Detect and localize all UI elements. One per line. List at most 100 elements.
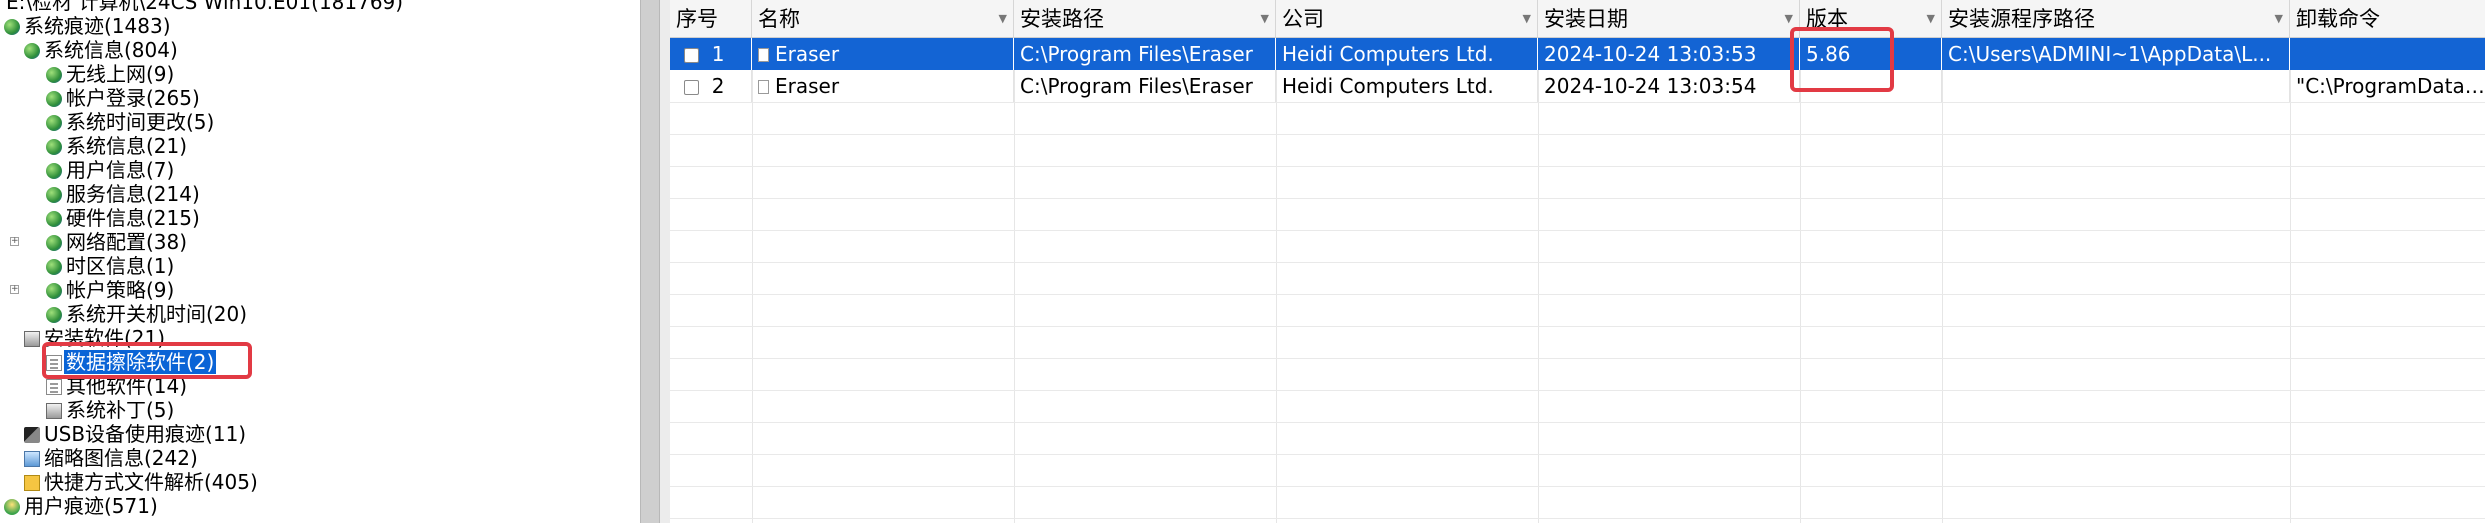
tree-item-system-info[interactable]: 系统信息(804) xyxy=(24,38,180,62)
table-row[interactable]: 2 Eraser C:\Program Files\Eraser Heidi C… xyxy=(670,70,2485,102)
globe-icon xyxy=(46,91,62,107)
results-grid[interactable]: 序号 名称 ▼ 安装路径 ▼ 公司 ▼ 安装日期 ▼ 版本 ▼ 安装源程序路径 ▼ 卸载命令… xyxy=(670,0,2485,523)
sort-arrow-icon: ▼ xyxy=(998,12,1007,25)
grid-vline xyxy=(752,38,753,523)
row-number: 1 xyxy=(711,42,725,66)
shortcut-icon xyxy=(24,475,40,491)
tree-item-wireless[interactable]: 无线上网(9) xyxy=(46,62,176,86)
path-cell[interactable]: C:\Program Files\Eraser xyxy=(1014,70,1276,102)
grid-hline xyxy=(670,422,2485,423)
column-header-label: 卸载命令 xyxy=(2296,7,2380,31)
grid-hline xyxy=(670,166,2485,167)
date-cell[interactable]: 2024-10-24 13:03:54 xyxy=(1538,70,1800,102)
tree-item-boot-times[interactable]: 系统开关机时间(20) xyxy=(46,302,249,326)
uninstall-cell[interactable]: "C:\ProgramData\{6 xyxy=(2290,70,2485,102)
sort-arrow-icon: ▼ xyxy=(2274,12,2283,25)
tree-item-label: 用户痕迹(571) xyxy=(24,494,158,518)
column-header-source-path[interactable]: 安装源程序路径 ▼ xyxy=(1942,0,2290,38)
name-cell[interactable]: Eraser xyxy=(752,70,1014,102)
name-cell[interactable]: Eraser xyxy=(752,38,1014,70)
row-checkbox[interactable] xyxy=(684,48,699,63)
highlight-box-tree xyxy=(42,342,252,379)
tree-item-account-login[interactable]: 帐户登录(265) xyxy=(46,86,202,110)
globe-icon xyxy=(46,235,62,251)
grid-hline xyxy=(670,294,2485,295)
column-header-index[interactable]: 序号 xyxy=(670,0,752,38)
sort-arrow-icon: ▼ xyxy=(1260,12,1269,25)
tree-item-sys-info[interactable]: 系统信息(21) xyxy=(46,134,189,158)
tree-item-label: 系统时间更改(5) xyxy=(66,110,215,134)
grid-hline xyxy=(670,358,2485,359)
tree-item-service-info[interactable]: 服务信息(214) xyxy=(46,182,202,206)
grid-hline xyxy=(670,454,2485,455)
grid-hline xyxy=(670,198,2485,199)
user-icon xyxy=(4,499,20,515)
globe-icon xyxy=(24,43,40,59)
tree-root-path[interactable]: E:\检材 计算机\24CS Win10.E01(181769) xyxy=(4,0,405,14)
tree-item-label: 用户信息(7) xyxy=(66,158,175,182)
tree-item-account-policy[interactable]: 帐户策略(9) xyxy=(46,278,176,302)
tree-item-user-info[interactable]: 用户信息(7) xyxy=(46,158,176,182)
package-icon xyxy=(46,403,62,419)
file-icon xyxy=(758,48,769,62)
evidence-tree[interactable]: E:\检材 计算机\24CS Win10.E01(181769) 系统痕迹(14… xyxy=(0,0,640,523)
grid-hline xyxy=(670,230,2485,231)
uninstall-cell[interactable] xyxy=(2290,38,2485,70)
column-header-install-date[interactable]: 安装日期 ▼ xyxy=(1538,0,1800,38)
tree-item-time-change[interactable]: 系统时间更改(5) xyxy=(46,110,216,134)
file-icon xyxy=(758,80,769,94)
globe-icon xyxy=(4,19,20,35)
column-header-company[interactable]: 公司 ▼ xyxy=(1276,0,1538,38)
date-cell[interactable]: 2024-10-24 13:03:53 xyxy=(1538,38,1800,70)
column-header-label: 公司 xyxy=(1282,7,1324,31)
expand-toggle[interactable]: + xyxy=(10,285,19,294)
name-value: Eraser xyxy=(775,74,840,98)
tree-item-timezone[interactable]: 时区信息(1) xyxy=(46,254,176,278)
grid-vline xyxy=(1538,38,1539,523)
tree-item-hardware-info[interactable]: 硬件信息(215) xyxy=(46,206,202,230)
tree-item-label: 系统开关机时间(20) xyxy=(66,302,248,326)
column-header-uninstall-cmd[interactable]: 卸载命令 xyxy=(2290,0,2485,38)
row-index-cell[interactable]: 2 xyxy=(670,70,752,102)
tree-item-label: 网络配置(38) xyxy=(66,230,188,254)
globe-icon xyxy=(46,67,62,83)
grid-hline xyxy=(670,518,2485,519)
pane-splitter[interactable] xyxy=(640,0,660,523)
tree-item-network-config[interactable]: 网络配置(38) xyxy=(46,230,189,254)
sort-arrow-icon: ▼ xyxy=(1926,12,1935,25)
tree-item-label: 系统信息(21) xyxy=(66,134,188,158)
column-header-name[interactable]: 名称 ▼ xyxy=(752,0,1014,38)
column-header-label: 安装路径 xyxy=(1020,7,1104,31)
tree-item-system-traces[interactable]: 系统痕迹(1483) xyxy=(4,14,173,38)
tree-item-label: 快捷方式文件解析(405) xyxy=(44,470,258,494)
source-path-cell[interactable]: C:\Users\ADMINI~1\AppData\L... xyxy=(1942,38,2290,70)
path-cell[interactable]: C:\Program Files\Eraser xyxy=(1014,38,1276,70)
tree-item-label: 系统补丁(5) xyxy=(66,398,175,422)
company-cell[interactable]: Heidi Computers Ltd. xyxy=(1276,38,1538,70)
expand-toggle[interactable]: + xyxy=(10,237,19,246)
company-cell[interactable]: Heidi Computers Ltd. xyxy=(1276,70,1538,102)
column-header-install-path[interactable]: 安装路径 ▼ xyxy=(1014,0,1276,38)
table-row[interactable]: 1 Eraser C:\Program Files\Eraser Heidi C… xyxy=(670,38,2485,70)
tree-item-system-patches[interactable]: 系统补丁(5) xyxy=(46,398,176,422)
grid-vline xyxy=(1942,38,1943,523)
grid-vline xyxy=(1276,38,1277,523)
grid-vline xyxy=(1800,38,1801,523)
column-header-label: 安装源程序路径 xyxy=(1948,7,2095,31)
globe-icon xyxy=(46,283,62,299)
row-number: 2 xyxy=(711,74,725,98)
tree-item-user-traces[interactable]: 用户痕迹(571) xyxy=(4,494,160,518)
row-checkbox[interactable] xyxy=(684,80,699,95)
thumbnail-icon xyxy=(24,451,40,467)
tree-item-thumbnails[interactable]: 缩略图信息(242) xyxy=(24,446,200,470)
row-index-cell[interactable]: 1 xyxy=(670,38,752,70)
globe-icon xyxy=(46,139,62,155)
tree-item-usb-traces[interactable]: USB设备使用痕迹(11) xyxy=(24,422,248,446)
tree-item-label: 缩略图信息(242) xyxy=(44,446,198,470)
tree-item-label: 帐户登录(265) xyxy=(66,86,200,110)
source-path-cell[interactable] xyxy=(1942,70,2290,102)
grid-hline xyxy=(670,102,2485,103)
tree-item-label: 系统痕迹(1483) xyxy=(24,14,171,38)
tree-item-shortcut-parsing[interactable]: 快捷方式文件解析(405) xyxy=(24,470,260,494)
column-header-label: 安装日期 xyxy=(1544,7,1628,31)
